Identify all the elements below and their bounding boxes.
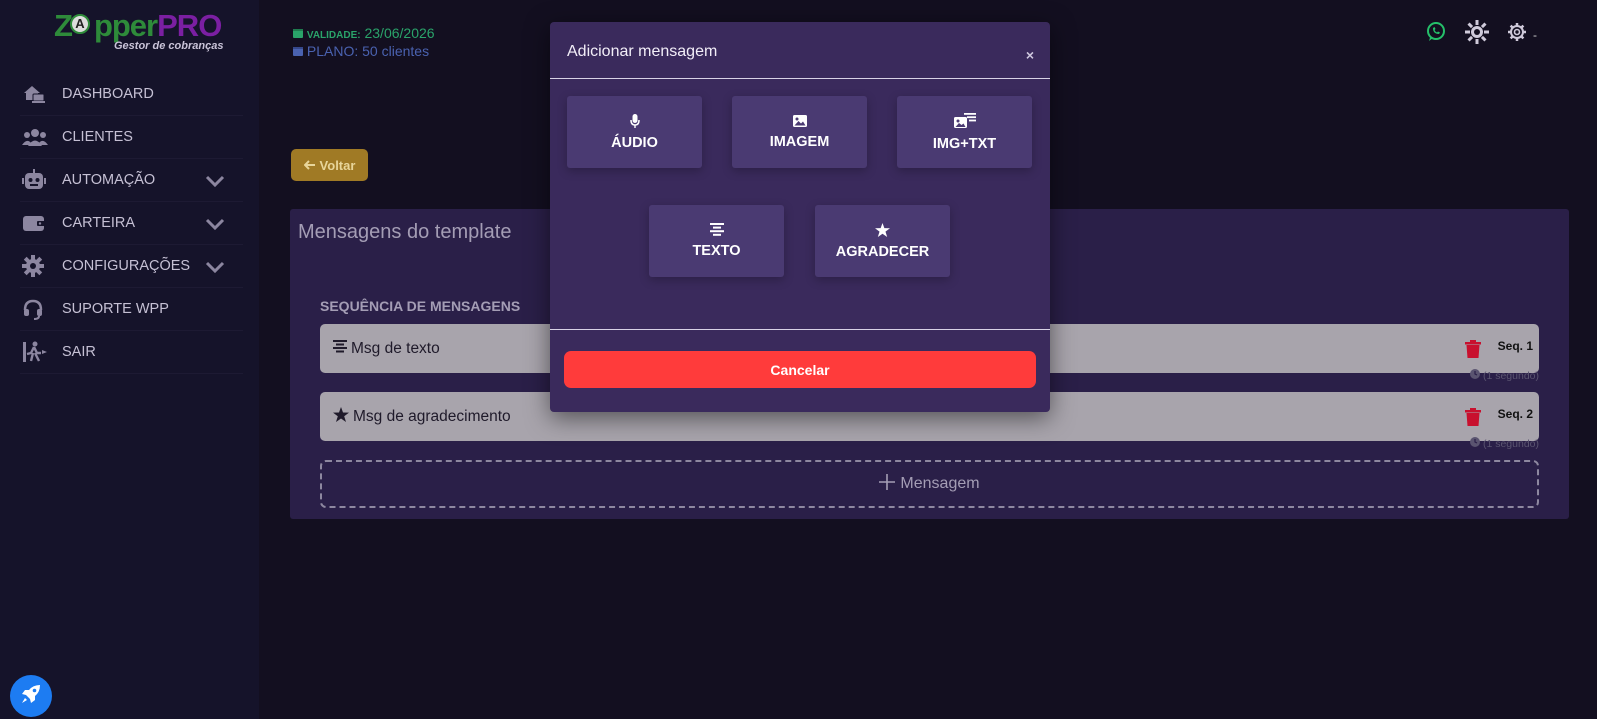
clock-icon [1469, 369, 1480, 382]
sidebar-item-label: SUPORTE WPP [62, 301, 169, 317]
trash-icon[interactable] [1465, 340, 1481, 363]
option-text-button[interactable]: TEXTO [649, 205, 784, 277]
add-message-label: Mensagem [900, 475, 980, 492]
sidebar-item-label: AUTOMAÇÃO [62, 172, 156, 188]
arrow-left-icon [303, 158, 316, 173]
plan-label: PLANO: [306, 43, 359, 59]
whatsapp-icon[interactable] [1425, 21, 1447, 48]
sidebar-item-suporte-wpp[interactable]: SUPORTE WPP [20, 288, 243, 331]
gear-icon [20, 255, 62, 277]
option-image-text-button[interactable]: IMG+TXT [897, 96, 1032, 168]
back-button[interactable]: Voltar [291, 149, 368, 181]
house-laptop-icon [20, 84, 62, 104]
cancel-button[interactable]: Cancelar [564, 351, 1036, 388]
sequence-title: SEQUÊNCIA DE MENSAGENS [320, 298, 521, 314]
align-center-icon [333, 339, 347, 358]
brand-logo[interactable]: ZpperPRO A Gestor de cobranças [54, 8, 223, 60]
chevron-down-icon[interactable] [205, 217, 225, 235]
sidebar-item-label: DASHBOARD [62, 86, 154, 102]
validity-value: 23/06/2026 [364, 25, 435, 41]
modal-divider [550, 78, 1050, 79]
plus-icon [879, 473, 896, 495]
rocket-button[interactable] [10, 675, 52, 717]
trash-icon[interactable] [1465, 408, 1481, 431]
sidebar-item-label: CLIENTES [62, 129, 133, 145]
plan-info: PLANO: 50 clientes [293, 43, 429, 59]
image-icon [792, 114, 807, 131]
sidebar-item-sair[interactable]: SAIR [20, 331, 243, 374]
page-title: Mensagens do template [298, 221, 512, 243]
option-audio-button[interactable]: ÁUDIO [567, 96, 702, 168]
add-message-modal: Adicionar mensagem × ÁUDIO IMAGEM IMG+TX… [550, 22, 1050, 412]
chevron-down-icon[interactable] [205, 260, 225, 278]
sidebar-item-dashboard[interactable]: DASHBOARD [20, 73, 243, 116]
users-icon [20, 127, 62, 147]
sidebar-item-label: CARTEIRA [62, 215, 136, 231]
user-menu[interactable]: - [1533, 28, 1537, 42]
sidebar: ZpperPRO A Gestor de cobranças DASHBOARD… [0, 0, 259, 719]
validity-info: VALIDADE: 23/06/2026 [293, 25, 435, 41]
headset-icon [20, 298, 62, 320]
align-center-icon [709, 223, 724, 240]
robot-icon [20, 169, 62, 191]
logo-a-mark: A [70, 14, 90, 34]
sidebar-nav: DASHBOARD CLIENTES AUTOMAÇÃO CARTEIRA CO… [20, 73, 243, 374]
option-label: IMAGEM [769, 133, 830, 150]
close-icon[interactable]: × [1026, 47, 1034, 63]
plan-value: 50 clientes [362, 43, 430, 59]
star-icon [333, 407, 349, 427]
wallet-icon [20, 213, 62, 233]
calendar-icon [293, 43, 303, 59]
star-icon [875, 222, 890, 241]
header-actions: - [1425, 20, 1537, 49]
clock-icon [1469, 437, 1480, 450]
sequence-number: Seq. 1 [1497, 339, 1533, 353]
image-text-icon [953, 112, 976, 133]
modal-divider [550, 329, 1050, 330]
sequence-number: Seq. 2 [1497, 407, 1533, 421]
validity-label: VALIDADE: [306, 30, 361, 41]
sidebar-item-clientes[interactable]: CLIENTES [20, 116, 243, 159]
microphone-icon [629, 113, 640, 132]
rocket-icon [21, 684, 41, 709]
sidebar-item-configuracoes[interactable]: CONFIGURAÇÕES [20, 245, 243, 288]
person-walking-exit-icon [20, 341, 62, 363]
message-label: Msg de texto [351, 339, 440, 357]
option-label: ÁUDIO [611, 134, 658, 151]
sidebar-item-label: CONFIGURAÇÕES [62, 258, 191, 274]
message-delay: (1 segundo) [1469, 437, 1539, 450]
option-label: IMG+TXT [932, 135, 997, 152]
sidebar-item-label: SAIR [62, 344, 96, 360]
option-image-button[interactable]: IMAGEM [732, 96, 867, 168]
option-label: AGRADECER [835, 243, 930, 260]
option-thanks-button[interactable]: AGRADECER [815, 205, 950, 277]
chevron-down-icon[interactable] [205, 174, 225, 192]
back-button-label: Voltar [319, 157, 356, 173]
sidebar-item-automacao[interactable]: AUTOMAÇÃO [20, 159, 243, 202]
settings-gear-icon[interactable] [1507, 22, 1527, 47]
modal-title: Adicionar mensagem [567, 43, 718, 60]
logo-subtitle: Gestor de cobranças [114, 40, 224, 52]
message-delay: (1 segundo) [1469, 369, 1539, 382]
sidebar-item-carteira[interactable]: CARTEIRA [20, 202, 243, 245]
add-message-button[interactable]: Mensagem [320, 460, 1539, 508]
option-label: TEXTO [692, 243, 741, 259]
message-label: Msg de agradecimento [353, 408, 511, 425]
calendar-icon [293, 25, 303, 41]
theme-toggle-icon[interactable] [1465, 20, 1489, 49]
